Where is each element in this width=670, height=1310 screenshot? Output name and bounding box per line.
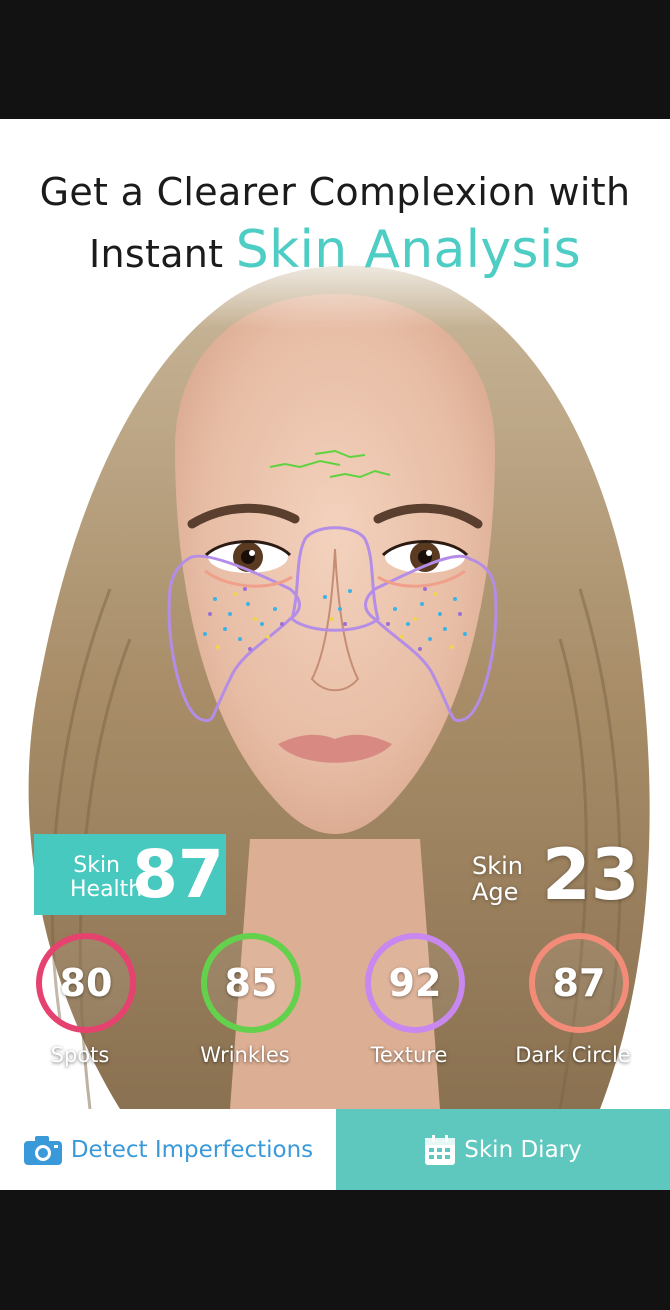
skin-age-value: 23 bbox=[542, 834, 640, 916]
headline-accent: Skin Analysis bbox=[235, 220, 581, 280]
tab-detect-label: Detect Imperfections bbox=[70, 1136, 314, 1163]
metric-value: 85 bbox=[224, 961, 278, 1005]
camera-icon bbox=[23, 1135, 62, 1165]
bottom-tab-bar: Detect Imperfections Skin Diary bbox=[0, 1109, 670, 1190]
metric-dark-circle: 87 Dark Circle bbox=[508, 933, 648, 1083]
metric-value: 80 bbox=[59, 961, 113, 1005]
score-ring: 92 bbox=[365, 933, 465, 1033]
bottom-letterbox bbox=[0, 1190, 670, 1310]
metric-texture: 92 Texture bbox=[344, 933, 484, 1083]
top-letterbox bbox=[0, 0, 670, 119]
score-ring: 80 bbox=[36, 933, 136, 1033]
metric-label: Wrinkles bbox=[200, 1043, 290, 1067]
skin-health-value: 87 bbox=[132, 836, 224, 913]
tab-detect-imperfections[interactable]: Detect Imperfections bbox=[0, 1109, 336, 1190]
score-ring: 85 bbox=[201, 933, 301, 1033]
skin-health-badge: Skin Health 87 bbox=[34, 834, 226, 915]
calendar-icon bbox=[425, 1134, 456, 1165]
skin-age-label: Skin Age bbox=[472, 852, 524, 906]
metric-spots: 80 Spots bbox=[15, 933, 155, 1083]
headline-line2: Instant Skin Analysis bbox=[0, 221, 670, 283]
metric-value: 87 bbox=[552, 961, 606, 1005]
promo-headline: Get a Clearer Complexion with Instant Sk… bbox=[0, 163, 670, 283]
skin-health-label: Skin Health bbox=[70, 853, 143, 902]
metric-label: Dark Circle bbox=[515, 1043, 631, 1067]
promo-stage: Get a Clearer Complexion with Instant Sk… bbox=[0, 119, 670, 1109]
headline-line1: Get a Clearer Complexion with bbox=[39, 170, 631, 214]
metric-label: Spots bbox=[50, 1043, 110, 1067]
skin-age-badge: Skin Age 23 bbox=[462, 835, 642, 915]
tab-diary-label: Skin Diary bbox=[464, 1136, 582, 1163]
score-ring: 87 bbox=[529, 933, 629, 1033]
tab-skin-diary[interactable]: Skin Diary bbox=[336, 1109, 670, 1190]
metric-value: 92 bbox=[388, 961, 442, 1005]
headline-prefix: Instant bbox=[89, 232, 236, 276]
metric-wrinkles: 85 Wrinkles bbox=[180, 933, 320, 1083]
metric-label: Texture bbox=[370, 1043, 448, 1067]
